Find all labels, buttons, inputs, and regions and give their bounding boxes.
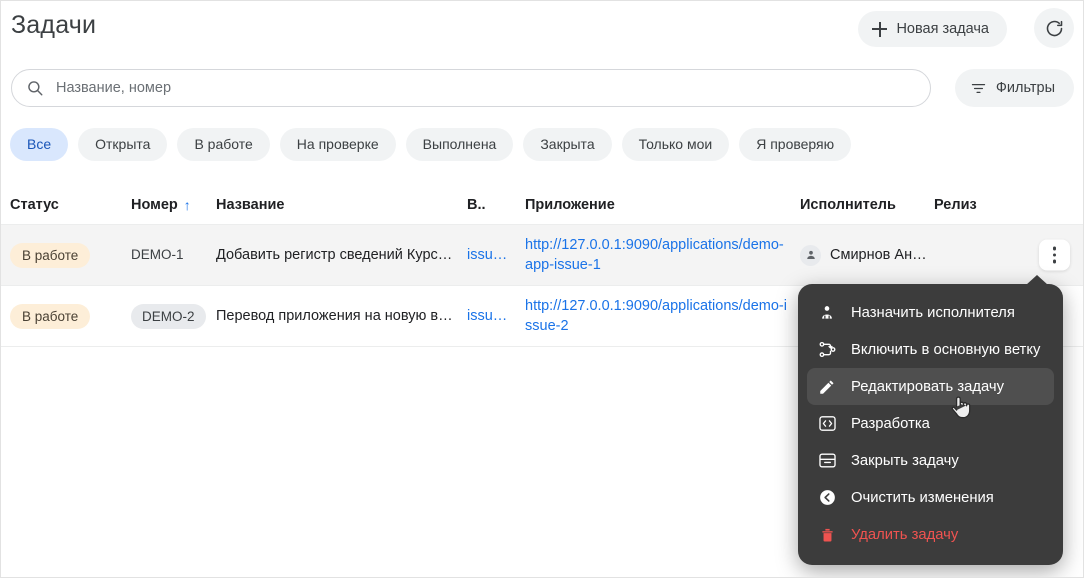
row-number-cell: DEMO-1 [131,247,216,263]
row-status-cell: В работе [10,303,131,329]
row-actions-button[interactable] [1039,239,1070,271]
column-header-number[interactable]: Номер ↑ [131,197,216,213]
page-title: Задачи [11,11,97,39]
column-header-assignee[interactable]: Исполнитель [800,197,934,213]
table-row[interactable]: В работе DEMO-1 Добавить регистр сведени… [1,225,1083,286]
menu-item-development[interactable]: Разработка [807,405,1054,442]
search-box[interactable] [11,69,931,107]
row-version-cell: issu… [467,308,525,324]
archive-icon [817,451,837,471]
column-header-status[interactable]: Статус [10,197,131,213]
menu-item-merge-to-main[interactable]: Включить в основную ветку [807,331,1054,368]
menu-item-edit-task[interactable]: Редактировать задачу [807,368,1054,405]
person-icon [806,250,815,259]
column-header-application[interactable]: Приложение [525,197,800,213]
kebab-dot [1052,259,1057,264]
assign-user-icon [817,303,837,323]
row-context-menu: Назначить исполнителя Включить в основну… [798,275,1063,565]
search-input[interactable] [54,70,916,106]
menu-item-label: Назначить исполнителя [851,304,1015,321]
chip-in-review[interactable]: На проверке [279,127,396,161]
task-number: DEMO-1 [131,247,184,262]
row-application-cell: http://127.0.0.1:9090/applications/demo-… [525,296,800,336]
task-name: Перевод приложения на новую в… [216,308,453,324]
new-task-button-label: Новая задача [896,21,989,37]
menu-item-close-task[interactable]: Закрыть задачу [807,442,1054,479]
task-name: Добавить регистр сведений Курс… [216,247,453,263]
version-link[interactable]: issu… [467,308,507,324]
menu-item-revert-changes[interactable]: Очистить изменения [807,479,1054,516]
menu-item-assign-user[interactable]: Назначить исполнителя [807,294,1054,331]
trash-icon [817,525,837,545]
filters-button[interactable]: Фильтры [954,69,1074,107]
status-filter-chips: Все Открыта В работе На проверке Выполне… [1,123,1083,165]
page-header: Задачи Новая задача [1,1,1083,59]
search-icon [28,81,43,96]
new-task-button[interactable]: Новая задача [858,11,1007,47]
row-number-cell: DEMO-2 [131,303,216,329]
version-link[interactable]: issu… [467,247,507,263]
context-menu-arrow [1026,275,1048,285]
chip-open[interactable]: Открыта [78,127,168,161]
menu-item-label: Включить в основную ветку [851,341,1041,358]
chip-closed[interactable]: Закрыта [523,127,612,161]
filter-icon [971,83,986,93]
assignee: Смирнов Ан… [800,244,934,266]
row-assignee-cell: Смирнов Ан… [800,244,934,266]
refresh-button[interactable] [1034,8,1074,48]
column-header-version[interactable]: В.. [467,197,525,213]
sort-ascending-icon: ↑ [183,196,191,213]
assignee-name: Смирнов Ан… [830,247,927,263]
chip-in-progress[interactable]: В работе [177,127,270,161]
code-icon [817,414,837,434]
menu-item-label: Разработка [851,415,930,432]
column-header-name[interactable]: Название [216,197,467,213]
row-version-cell: issu… [467,247,525,263]
search-row: Фильтры [1,59,1083,117]
avatar [800,244,821,266]
menu-item-label: Закрыть задачу [851,452,959,469]
revert-arrow-icon [817,488,837,508]
kebab-dot [1052,253,1057,257]
row-application-cell: http://127.0.0.1:9090/applications/demo-… [525,235,800,275]
plus-icon [872,21,888,37]
task-number: DEMO-2 [131,303,206,329]
table-header-row: Статус Номер ↑ Название В.. Приложение И… [1,185,1083,225]
column-header-number-label: Номер [131,196,178,213]
menu-item-label: Удалить задачу [851,526,959,543]
menu-item-delete-task[interactable]: Удалить задачу [807,516,1054,553]
status-badge: В работе [10,242,91,268]
menu-item-label: Очистить изменения [851,489,994,506]
column-header-release[interactable]: Релиз [934,197,1034,213]
row-status-cell: В работе [10,242,131,268]
filters-button-label: Фильтры [995,80,1055,96]
kebab-dot [1052,246,1057,251]
refresh-icon [1046,20,1062,36]
menu-item-label: Редактировать задачу [851,378,1004,395]
pencil-icon [817,377,837,397]
tasks-page: Задачи Новая задача Фильтры [0,0,1084,578]
chip-i-review[interactable]: Я проверяю [739,127,852,161]
application-link[interactable]: http://127.0.0.1:9090/applications/demo-… [525,235,787,275]
chip-done[interactable]: Выполнена [405,127,514,161]
branch-merge-icon [817,340,837,360]
status-badge: В работе [10,303,91,329]
application-link[interactable]: http://127.0.0.1:9090/applications/demo-… [525,296,787,336]
chip-all[interactable]: Все [10,127,69,161]
chip-only-mine[interactable]: Только мои [621,127,730,161]
